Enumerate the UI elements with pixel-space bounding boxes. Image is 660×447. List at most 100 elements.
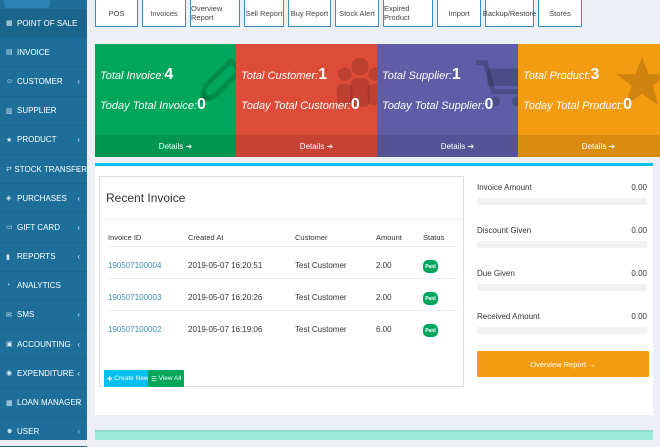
sidebar-item-supplier[interactable]: ▥ SUPPLIER (0, 97, 87, 126)
tab-stock-alert[interactable]: Stock Alert (335, 0, 379, 27)
progress-bar (477, 241, 647, 248)
card-value: 0 (197, 96, 206, 113)
grid-icon: ▦ (6, 20, 13, 28)
sidebar-item-accounting[interactable]: ▣ ACCOUNTING ‹ (0, 330, 87, 360)
sidebar: ▦ POINT OF SALE ▤ INVOICE ☺ CUSTOMER ‹ ▥ SUPP… (0, 0, 87, 447)
sidebar-item-analytics[interactable]: ◔ ANALYTICS (0, 272, 87, 301)
card-row-today: Today Total Supplier:0 (382, 96, 493, 114)
briefcase-icon: ▦ (6, 399, 13, 407)
divider (100, 219, 463, 220)
card-details-link[interactable]: Details ➔ (95, 135, 256, 157)
tab-overview-report[interactable]: Overview Report (190, 0, 240, 27)
summary-value: 0.00 (631, 312, 647, 321)
tab-invoices[interactable]: Invoices (142, 0, 186, 27)
sidebar-item-customer[interactable]: ☺ CUSTOMER ‹ (0, 67, 87, 97)
chevron-left-icon: ‹ (77, 135, 80, 145)
sidebar-item-stock-transfer[interactable]: ⇄ STOCK TRANSFER ‹ (0, 155, 87, 185)
sidebar-user-panel[interactable] (4, 0, 50, 8)
sidebar-item-sms[interactable]: ✉ SMS ‹ (0, 301, 87, 331)
view-all-label: View All (158, 375, 182, 382)
sidebar-item-label: GIFT CARD (17, 222, 60, 232)
sidebar-item-reports[interactable]: ▮ REPORTS ‹ (0, 243, 87, 272)
card-value: 1 (451, 66, 461, 83)
card-details-link[interactable]: Details ➔ (518, 135, 660, 157)
arrow-circle-right-icon: ➔ (467, 141, 475, 151)
summary-invoice-amount: Invoice Amount 0.00 (477, 183, 647, 217)
row-divider (106, 278, 457, 279)
card-row-today: Today Total Product:0 (523, 96, 632, 114)
sidebar-item-label: INVOICE (17, 47, 50, 57)
sidebar-item-product[interactable]: ★ PRODUCT ‹ (0, 126, 87, 155)
create-new-button[interactable]: ✚ Create New (104, 370, 152, 387)
sidebar-item-label: ANALYTICS (17, 281, 61, 291)
sidebar-item-gift-card[interactable]: ▭ GIFT CARD ‹ (0, 213, 87, 243)
tab-buy-report[interactable]: Buy Report (288, 0, 331, 27)
sidebar-item-label: ACCOUNTING (17, 339, 71, 349)
user-icon: ☺ (6, 77, 14, 85)
view-all-button[interactable]: ☰ View All (148, 370, 185, 387)
column-header-invoice-id: Invoice ID (108, 233, 142, 242)
invoice-id-link[interactable]: 190507100002 (108, 325, 161, 334)
details-label: Details (440, 141, 466, 151)
sidebar-item-invoice[interactable]: ▤ INVOICE (0, 38, 87, 68)
created-at-cell: 2019-05-07 16:20:26 (188, 293, 263, 302)
tab-expired-product[interactable]: Expired Product (383, 0, 433, 27)
list-icon: ☰ (151, 375, 157, 383)
summary-value: 0.00 (631, 269, 647, 278)
summary-value: 0.00 (631, 226, 647, 235)
summary-label: Received Amount (477, 312, 540, 321)
chevron-left-icon: ‹ (77, 339, 80, 349)
top-navigation: POS Invoices Overview Report Sell Report… (95, 0, 586, 27)
card-row-total: Total Invoice:4 (100, 66, 173, 84)
chevron-left-icon: ‹ (77, 310, 80, 320)
amount-cell: 2.00 (376, 261, 392, 270)
summary-due-given: Due Given 0.00 (477, 269, 647, 303)
arrow-circle-right-icon: ➔ (608, 141, 616, 151)
sidebar-item-purchases[interactable]: ◈ PURCHASES ‹ (0, 184, 87, 214)
created-at-cell: 2019-05-07 16:19:06 (188, 325, 263, 334)
chevron-left-icon: ‹ (77, 427, 80, 437)
invoice-id-link[interactable]: 190507100003 (108, 293, 161, 302)
overview-report-button[interactable]: Overview Report → (477, 351, 649, 377)
invoice-id-link[interactable]: 190507100004 (108, 261, 161, 270)
sidebar-item-label: USER (17, 427, 40, 437)
sidebar-item-loan-manager[interactable]: ▦ LOAN MANAGER ‹ (0, 388, 87, 418)
tab-pos[interactable]: POS (95, 0, 138, 27)
card-value: 4 (164, 66, 174, 83)
sidebar-item-user[interactable]: ☻ USER ‹ (0, 418, 87, 447)
sidebar-item-label: SMS (17, 310, 35, 320)
column-header-created-at: Created At (188, 233, 224, 242)
card-details-link[interactable]: Details ➔ (236, 135, 397, 157)
tab-sell-report[interactable]: Sell Report (244, 0, 284, 27)
card-label: Total Product: (523, 70, 591, 82)
chevron-left-icon: ‹ (77, 368, 80, 378)
arrow-circle-right-icon: ➔ (185, 141, 193, 151)
main-content: POS Invoices Overview Report Sell Report… (87, 0, 660, 440)
sidebar-item-expenditure[interactable]: ◉ EXPENDITURE ‹ (0, 359, 87, 389)
card-details-link[interactable]: Details ➔ (377, 135, 538, 157)
status-badge: Paid (423, 324, 438, 337)
money-icon: ◉ (6, 370, 13, 378)
chevron-left-icon: ‹ (77, 398, 80, 408)
card-row-total: Total Product:3 (523, 66, 599, 84)
card-value: 1 (318, 66, 328, 83)
card-row-today: Today Total Invoice:0 (100, 96, 206, 114)
tab-import[interactable]: Import (437, 0, 481, 27)
column-header-amount: Amount (376, 233, 402, 242)
recent-invoice-box: Recent Invoice Invoice ID Created At Cus… (99, 176, 464, 387)
tab-stores[interactable]: Stores (538, 0, 582, 27)
sidebar-top (0, 0, 87, 9)
sidebar-item-point-of-sale[interactable]: ▦ POINT OF SALE (0, 9, 87, 39)
tab-backup-restore[interactable]: Backup/Restore (483, 0, 536, 27)
plus-icon: ✚ (107, 375, 113, 383)
card-icon: ▭ (6, 224, 13, 232)
summary-label: Discount Given (477, 226, 532, 235)
next-panel-header (95, 430, 653, 440)
sidebar-item-label: PURCHASES (17, 193, 67, 203)
sidebar-item-label: POINT OF SALE (17, 18, 78, 28)
card-value: 0 (623, 96, 632, 113)
customer-cell: Test Customer (295, 293, 347, 302)
sidebar-item-label: PRODUCT (17, 135, 57, 145)
chevron-left-icon: ‹ (77, 222, 80, 232)
row-divider (106, 246, 457, 247)
